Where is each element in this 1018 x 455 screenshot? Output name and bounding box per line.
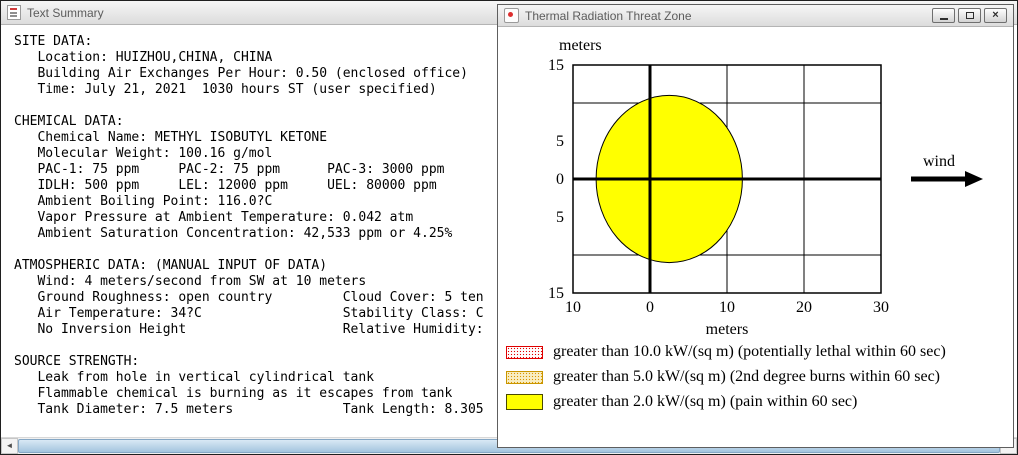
legend-swatch-red-stipple <box>506 345 543 359</box>
text-summary-icon <box>7 5 21 20</box>
y-tick-label: 15 <box>548 285 564 302</box>
legend-label-pain: greater than 2.0 kW/(sq m) (pain within … <box>553 393 858 410</box>
scroll-left-icon: ◄ <box>5 441 14 450</box>
chart-area: 10 0 10 20 30 15 5 0 5 15 meters meters wind greater… <box>498 27 1013 447</box>
legend-swatch-orange-stipple <box>506 370 543 384</box>
wind-label: wind <box>923 153 955 170</box>
y-tick-label: 15 <box>548 57 564 74</box>
x-tick-label: 0 <box>646 299 654 316</box>
x-tick-label: 10 <box>719 299 735 316</box>
maximize-icon <box>965 12 974 19</box>
thermal-radiation-window: Thermal Radiation Threat Zone × 10 0 10 20 3… <box>497 4 1014 448</box>
legend-item-lethal: greater than 10.0 kW/(sq m) (potentially… <box>506 343 1013 361</box>
x-tick-label: 10 <box>565 299 581 316</box>
scroll-left-button[interactable]: ◄ <box>1 438 18 454</box>
legend-swatch-solid-yellow <box>506 394 543 410</box>
y-tick-label: 5 <box>556 209 564 226</box>
y-tick-label: 0 <box>556 171 564 188</box>
legend-label-lethal: greater than 10.0 kW/(sq m) (potentially… <box>553 343 946 360</box>
x-tick-label: 20 <box>796 299 812 316</box>
threat-zone-window-icon <box>504 8 519 23</box>
legend-item-burns: greater than 5.0 kW/(sq m) (2nd degree b… <box>506 368 1013 386</box>
y-tick-label: 5 <box>556 133 564 150</box>
y-axis-title: meters <box>559 37 602 54</box>
text-summary-title: Text Summary <box>27 5 104 20</box>
thermal-window-title: Thermal Radiation Threat Zone <box>525 8 692 23</box>
x-axis-title: meters <box>706 321 749 338</box>
close-icon: × <box>992 9 999 21</box>
legend: greater than 10.0 kW/(sq m) (potentially… <box>506 343 1013 411</box>
window-controls: × <box>932 8 1007 23</box>
maximize-button[interactable] <box>958 8 981 23</box>
wind-arrow-head <box>965 171 983 187</box>
thermal-window-titlebar[interactable]: Thermal Radiation Threat Zone × <box>498 5 1013 27</box>
minimize-icon <box>939 18 948 20</box>
x-tick-label: 30 <box>873 299 889 316</box>
legend-item-pain: greater than 2.0 kW/(sq m) (pain within … <box>506 393 1013 411</box>
close-button[interactable]: × <box>984 8 1007 23</box>
threat-zone-plot: 10 0 10 20 30 15 5 0 5 15 meters meters wind <box>548 37 983 338</box>
legend-label-burns: greater than 5.0 kW/(sq m) (2nd degree b… <box>553 368 940 385</box>
minimize-button[interactable] <box>932 8 955 23</box>
